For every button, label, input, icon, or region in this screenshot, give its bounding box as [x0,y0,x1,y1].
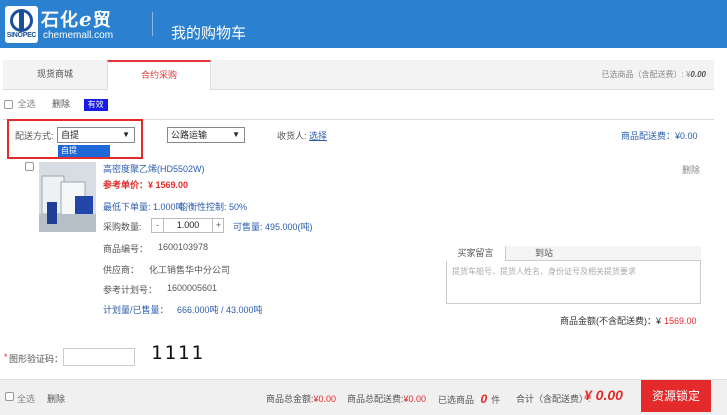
footer-select-all-label[interactable]: 全选 [17,392,35,405]
tab-bar: 现货商城 合约采购 已选商品（含配送费）: ¥0.00 [3,60,714,90]
available-qty: 可售量: 495.000(吨) [233,222,313,232]
plan-sold-label: 计划量/已售量： [103,305,169,315]
tab-contract-purchase[interactable]: 合约采购 [107,60,211,90]
total-fee-value: ¥0.00 [403,394,427,404]
total-amount-label: 商品总金额: [266,394,314,404]
total-fee-label: 商品总配送费: [347,394,404,404]
reference-price-label: 参考单价： [103,180,149,190]
grand-total-label: 合计（含配送费）: [516,394,591,404]
tab-spot-mall[interactable]: 现货商城 [3,60,107,89]
transport-select[interactable]: 公路运输 ▼ [167,127,245,143]
selected-count-label: 已选商品 [438,395,475,405]
resource-lock-button[interactable]: 资源锁定 [641,380,711,412]
receiver-select-link[interactable]: 选择 [309,129,327,142]
shipping-fee: 商品配送费：¥0.00 [621,129,698,142]
product-code-value: 1600103978 [158,242,209,252]
top-header: SINOPEC 石化e贸 chememall.com 我的购物车 [0,0,727,48]
footer-select-all-checkbox[interactable] [5,392,14,401]
grand-total: 合计（含配送费）: [516,392,591,405]
selected-count-unit: 件 [491,395,501,405]
item-amount-label: 商品金额(不含配送费)：¥ [560,316,662,326]
header-divider [152,12,153,36]
quantity-stepper[interactable]: - 1.000 + [151,218,224,233]
balance-control: 均衡性控制: 50% [179,202,248,212]
footer-delete-link[interactable]: 删除 [47,392,65,405]
item-amount: 商品金额(不含配送费)：¥ 1569.00 [560,314,697,327]
dropdown-option-self-pickup[interactable]: 自提 [58,145,110,157]
receiver-label: 收货人: [277,131,307,141]
sinopec-logo[interactable]: SINOPEC [5,6,38,43]
total-fee: 商品总配送费:¥0.00 [347,392,426,405]
captcha-input[interactable] [63,348,135,366]
grand-total-value: ¥ 0.00 [584,387,623,403]
total-amount: 商品总金额:¥0.00 [266,392,336,405]
message-textarea[interactable]: 提货车船号、提货人姓名、身份证号及相关提货要求 [452,266,697,277]
required-mark: * [4,352,8,362]
brand-name[interactable]: 石化e贸 [41,6,112,32]
captcha-image[interactable]: 1111 [151,342,205,364]
shipping-fee-label: 商品配送费：¥ [621,131,681,141]
brand-text: 石化 [41,10,79,30]
product-image[interactable] [39,162,96,232]
plan-number-value: 1600005601 [167,283,218,293]
plan-number-label: 参考计划号： [103,285,158,295]
item-checkbox[interactable] [25,162,34,171]
selected-summary-value: 0.00 [690,70,706,79]
brand-domain: chememall.com [43,30,114,41]
total-amount-value: ¥0.00 [313,394,337,404]
captcha-label: 图形验证码： [9,354,64,364]
chevron-down-icon: ▼ [232,130,240,139]
selected-count: 已选商品 0件 [438,392,500,406]
min-order-qty: 最低下单量: 1.000吨 [103,202,185,212]
qty-increase-button[interactable]: + [212,219,224,232]
tab-arrival-station[interactable]: 到站 [522,246,566,261]
reference-price-value: ¥ 1569.00 [148,180,189,190]
qty-decrease-button[interactable]: - [152,219,164,232]
footer-bar: 全选 删除 商品总金额:¥0.00 商品总配送费:¥0.00 已选商品 0件 合… [0,379,727,415]
delete-link[interactable]: 删除 [52,99,70,109]
transport-value: 公路运输 [171,130,208,140]
message-tabs: 买家留言 到站 [446,246,701,261]
brand-suffix: 贸 [92,10,112,30]
brand-e: e [79,7,93,31]
selected-summary: 已选商品（含配送费）: ¥0.00 [602,69,706,80]
select-all-checkbox[interactable] [4,100,13,110]
item-amount-value: 1569.00 [664,316,697,326]
supplier-value: 化工销售华中分公司 [149,265,231,275]
valid-badge[interactable]: 有效 [83,99,108,111]
page-title: 我的购物车 [171,25,247,42]
supplier-label: 供应商： [103,265,140,275]
selected-summary-label: 已选商品（含配送费）: ¥ [601,70,691,79]
product-code-label: 商品编号： [103,244,149,254]
product-name-link[interactable]: 高密度聚乙烯(HD5502W) [103,162,205,175]
qty-label: 采购数量: [103,222,142,232]
item-delete-link[interactable]: 删除 [682,163,700,176]
qty-input[interactable]: 1.000 [164,219,212,232]
plan-sold-value: 666.000吨 / 43.000吨 [177,305,263,315]
select-all-label[interactable]: 全选 [18,99,36,109]
tab-buyer-message[interactable]: 买家留言 [446,246,506,261]
selected-count-value: 0 [480,392,488,406]
cart-toolbar: 全选 删除 有效 [4,97,108,111]
reference-price: 参考单价：¥ 1569.00 [103,178,188,191]
shipping-fee-value: 0.00 [680,131,698,141]
logo-sub-text: SINOPEC [6,32,37,39]
